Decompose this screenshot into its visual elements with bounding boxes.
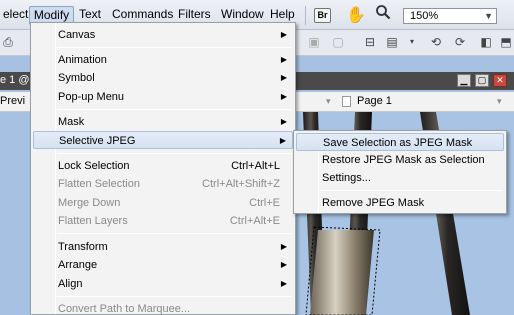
menu-item-label: Canvas <box>58 29 96 41</box>
menu-item-label: Remove JPEG Mask <box>322 197 425 209</box>
modify-menu: Canvas ▶ Animation ▶ Symbol ▶ Pop-up Men… <box>30 22 296 315</box>
menu-item-label: Settings... <box>322 172 371 184</box>
menu-item-settings[interactable]: Settings... <box>296 169 504 187</box>
menu-item-label: Selective JPEG <box>59 135 136 147</box>
menu-item-shortcut: Ctrl+Alt+L <box>231 160 280 172</box>
menu-item-align[interactable]: Align ▶ <box>33 275 293 293</box>
menu-item-label: Merge Down <box>58 197 121 209</box>
menu-item-mask[interactable]: Mask ▶ <box>33 113 293 131</box>
submenu-arrow-icon: ▶ <box>280 30 287 39</box>
print-icon[interactable]: ⎙ <box>0 34 16 50</box>
menu-item-label: Animation <box>58 54 107 66</box>
menu-separator <box>57 296 291 297</box>
menu-select[interactable]: elect <box>0 6 31 25</box>
align-icon[interactable]: ▤ <box>384 34 400 50</box>
maximize-icon[interactable]: ▢ <box>475 74 489 87</box>
menu-item-label: Restore JPEG Mask as Selection <box>322 154 485 166</box>
selective-jpeg-submenu: Save Selection as JPEG Mask Restore JPEG… <box>293 130 507 214</box>
menu-item-label: Flatten Selection <box>58 178 140 190</box>
zoom-value: 150% <box>410 10 439 22</box>
page-selector[interactable]: Page 1 <box>357 95 392 107</box>
zoom-level-select[interactable]: 150% ▼ <box>403 8 497 24</box>
hand-tool-icon[interactable]: ✋ <box>346 5 366 25</box>
menu-item-label: Lock Selection <box>58 160 130 172</box>
menu-item-label: Transform <box>58 241 108 253</box>
submenu-arrow-icon: ▶ <box>280 117 287 126</box>
menu-item-convert-path-to-marquee[interactable]: Convert Path to Marquee... <box>33 300 293 315</box>
page-icon <box>342 96 351 107</box>
menu-item-selective-jpeg[interactable]: Selective JPEG ▶ <box>33 131 293 149</box>
rotate-right-icon[interactable]: ⟳ <box>452 34 468 50</box>
menu-item-label: Arrange <box>58 259 98 271</box>
menu-item-save-selection-as-jpeg-mask[interactable]: Save Selection as JPEG Mask <box>296 133 504 151</box>
menu-item-animation[interactable]: Animation ▶ <box>33 51 293 69</box>
close-icon[interactable]: ✕ <box>493 74 507 87</box>
submenu-arrow-icon: ▶ <box>280 55 287 64</box>
menu-item-transform[interactable]: Transform ▶ <box>33 238 293 256</box>
menu-separator <box>57 153 291 154</box>
menu-item-label: Mask <box>58 116 85 128</box>
menu-item-label: Save Selection as JPEG Mask <box>323 137 473 149</box>
menu-item-label: Symbol <box>58 72 95 84</box>
menu-item-label: Align <box>58 278 83 290</box>
menu-item-lock-selection[interactable]: Lock Selection Ctrl+Alt+L <box>33 157 293 175</box>
minimize-icon[interactable]: ▁ <box>457 74 471 87</box>
menu-item-arrange[interactable]: Arrange ▶ <box>33 256 293 274</box>
menu-item-shortcut: Ctrl+Alt+Shift+Z <box>202 178 280 190</box>
menu-item-label: Flatten Layers <box>58 215 128 227</box>
menu-item-flatten-layers[interactable]: Flatten Layers Ctrl+Alt+E <box>33 212 293 230</box>
menu-item-restore-jpeg-mask[interactable]: Restore JPEG Mask as Selection <box>296 151 504 169</box>
menu-item-flatten-selection[interactable]: Flatten Selection Ctrl+Alt+Shift+Z <box>33 175 293 193</box>
flip-horizontal-icon[interactable]: ◧ <box>478 34 494 50</box>
menu-separator <box>305 6 306 25</box>
submenu-arrow-icon: ▶ <box>280 73 287 82</box>
menu-separator <box>57 47 291 48</box>
bridge-icon[interactable]: Br <box>314 8 331 23</box>
menu-item-label: Pop-up Menu <box>58 91 125 103</box>
arrange-icon[interactable]: ⊟ <box>362 34 378 50</box>
chevron-down-icon: ▾ <box>326 96 331 106</box>
chevron-down-icon: ▼ <box>484 11 493 21</box>
ungroup-icon[interactable]: ▢ <box>330 34 346 50</box>
submenu-arrow-icon: ▶ <box>280 279 287 288</box>
menu-item-canvas[interactable]: Canvas ▶ <box>33 26 293 44</box>
submenu-arrow-icon: ▶ <box>279 136 286 145</box>
menu-item-merge-down[interactable]: Merge Down Ctrl+E <box>33 194 293 212</box>
group-icon[interactable]: ▣ <box>306 34 322 50</box>
menu-item-label: Convert Path to Marquee... <box>58 303 191 315</box>
rotate-left-icon[interactable]: ⟲ <box>428 34 444 50</box>
chevron-down-icon[interactable]: ▾ <box>497 96 502 107</box>
submenu-arrow-icon: ▶ <box>280 260 287 269</box>
menu-item-popup-menu[interactable]: Pop-up Menu ▶ <box>33 88 293 106</box>
menu-separator <box>57 233 291 234</box>
menu-item-shortcut: Ctrl+Alt+E <box>229 215 280 227</box>
submenu-arrow-icon: ▶ <box>280 242 287 251</box>
menu-item-symbol[interactable]: Symbol ▶ <box>33 69 293 87</box>
menu-separator <box>57 109 291 110</box>
submenu-arrow-icon: ▶ <box>280 92 287 101</box>
menu-item-shortcut: Ctrl+E <box>249 197 280 209</box>
menu-item-remove-jpeg-mask[interactable]: Remove JPEG Mask <box>296 194 504 212</box>
flip-vertical-icon[interactable]: ⬒ <box>498 34 514 50</box>
chevron-down-icon[interactable]: ▾ <box>404 34 420 50</box>
zoom-tool-icon[interactable] <box>375 4 391 25</box>
menu-separator <box>320 190 502 191</box>
tab-preview[interactable]: Previ <box>0 95 25 107</box>
